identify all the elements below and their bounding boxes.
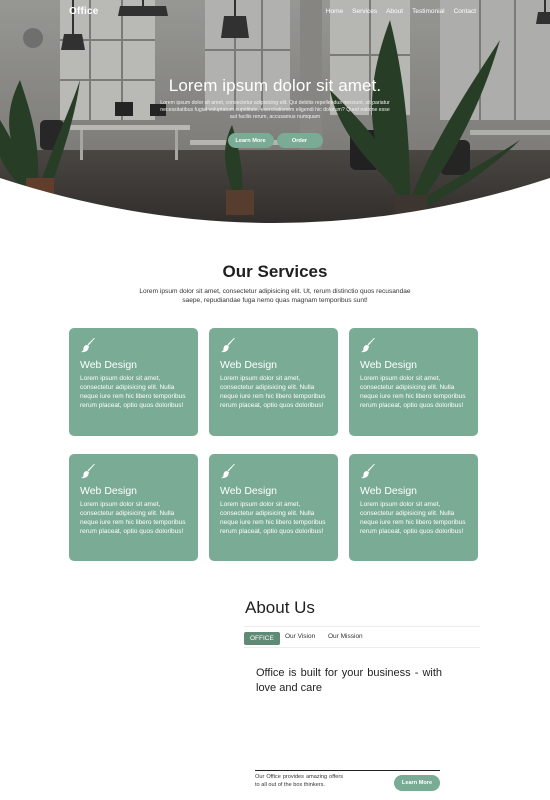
service-card-title: Web Design bbox=[360, 485, 418, 497]
brand-logo[interactable]: Office bbox=[69, 6, 99, 17]
about-heading: Office is built for your business - with… bbox=[256, 667, 442, 694]
paintbrush-icon bbox=[81, 338, 95, 353]
service-card-text: Lorem ipsum dolor sit amet, consectetur … bbox=[220, 375, 326, 409]
service-card-text: Lorem ipsum dolor sit amet, consectetur … bbox=[80, 501, 186, 535]
about-divider bbox=[255, 770, 440, 771]
paintbrush-icon bbox=[221, 464, 235, 479]
nav-link-home[interactable]: Home bbox=[326, 8, 343, 15]
hero-section: Office Home Services About Testimonial C… bbox=[0, 0, 550, 225]
hero-buttons: Learn More Order bbox=[0, 133, 550, 148]
about-tabs: OFFICE Our Vision Our Mission bbox=[244, 626, 480, 648]
nav-link-services[interactable]: Services bbox=[352, 8, 377, 15]
about-title: About Us bbox=[245, 598, 315, 617]
service-card-title: Web Design bbox=[80, 485, 138, 497]
service-card-text: Lorem ipsum dolor sit amet, consectetur … bbox=[360, 501, 466, 535]
paintbrush-icon bbox=[361, 338, 375, 353]
services-subtitle: Lorem ipsum dolor sit amet, consectetur … bbox=[139, 288, 411, 304]
hero-learn-more-button[interactable]: Learn More bbox=[227, 133, 274, 148]
service-card[interactable]: Web Design Lorem ipsum dolor sit amet, c… bbox=[209, 454, 338, 561]
nav-links: Home Services About Testimonial Contact bbox=[326, 8, 476, 15]
paintbrush-icon bbox=[361, 464, 375, 479]
hero-title: Lorem ipsum dolor sit amet. bbox=[168, 76, 382, 95]
hero-curve-divider bbox=[0, 178, 550, 225]
nav-link-testimonial[interactable]: Testimonial bbox=[412, 8, 445, 15]
service-card-title: Web Design bbox=[360, 359, 418, 371]
service-card[interactable]: Web Design Lorem ipsum dolor sit amet, c… bbox=[69, 328, 198, 436]
paintbrush-icon bbox=[81, 464, 95, 479]
about-blurb: Our Office provides amazing offers to al… bbox=[255, 774, 343, 788]
nav-link-contact[interactable]: Contact bbox=[454, 8, 476, 15]
service-card-title: Web Design bbox=[80, 359, 138, 371]
tab-our-mission[interactable]: Our Mission bbox=[328, 633, 363, 640]
hero-order-button[interactable]: Order bbox=[276, 133, 323, 148]
top-navbar: Office Home Services About Testimonial C… bbox=[0, 0, 550, 24]
tab-our-vision[interactable]: Our Vision bbox=[285, 633, 315, 640]
service-card[interactable]: Web Design Lorem ipsum dolor sit amet, c… bbox=[69, 454, 198, 561]
service-card[interactable]: Web Design Lorem ipsum dolor sit amet, c… bbox=[349, 328, 478, 436]
tab-office[interactable]: OFFICE bbox=[244, 632, 280, 645]
service-card-text: Lorem ipsum dolor sit amet, consectetur … bbox=[220, 501, 326, 535]
service-card-text: Lorem ipsum dolor sit amet, consectetur … bbox=[360, 375, 466, 409]
nav-link-about[interactable]: About bbox=[386, 8, 403, 15]
service-card-title: Web Design bbox=[220, 359, 278, 371]
service-card-text: Lorem ipsum dolor sit amet, consectetur … bbox=[80, 375, 186, 409]
hero-description: Lorem ipsum dolor sit amet, consectetur … bbox=[160, 100, 390, 121]
about-learn-more-button[interactable]: Learn More bbox=[394, 775, 440, 791]
services-title: Our Services bbox=[222, 262, 328, 281]
service-card[interactable]: Web Design Lorem ipsum dolor sit amet, c… bbox=[209, 328, 338, 436]
service-card-title: Web Design bbox=[220, 485, 278, 497]
paintbrush-icon bbox=[221, 338, 235, 353]
service-card[interactable]: Web Design Lorem ipsum dolor sit amet, c… bbox=[349, 454, 478, 561]
